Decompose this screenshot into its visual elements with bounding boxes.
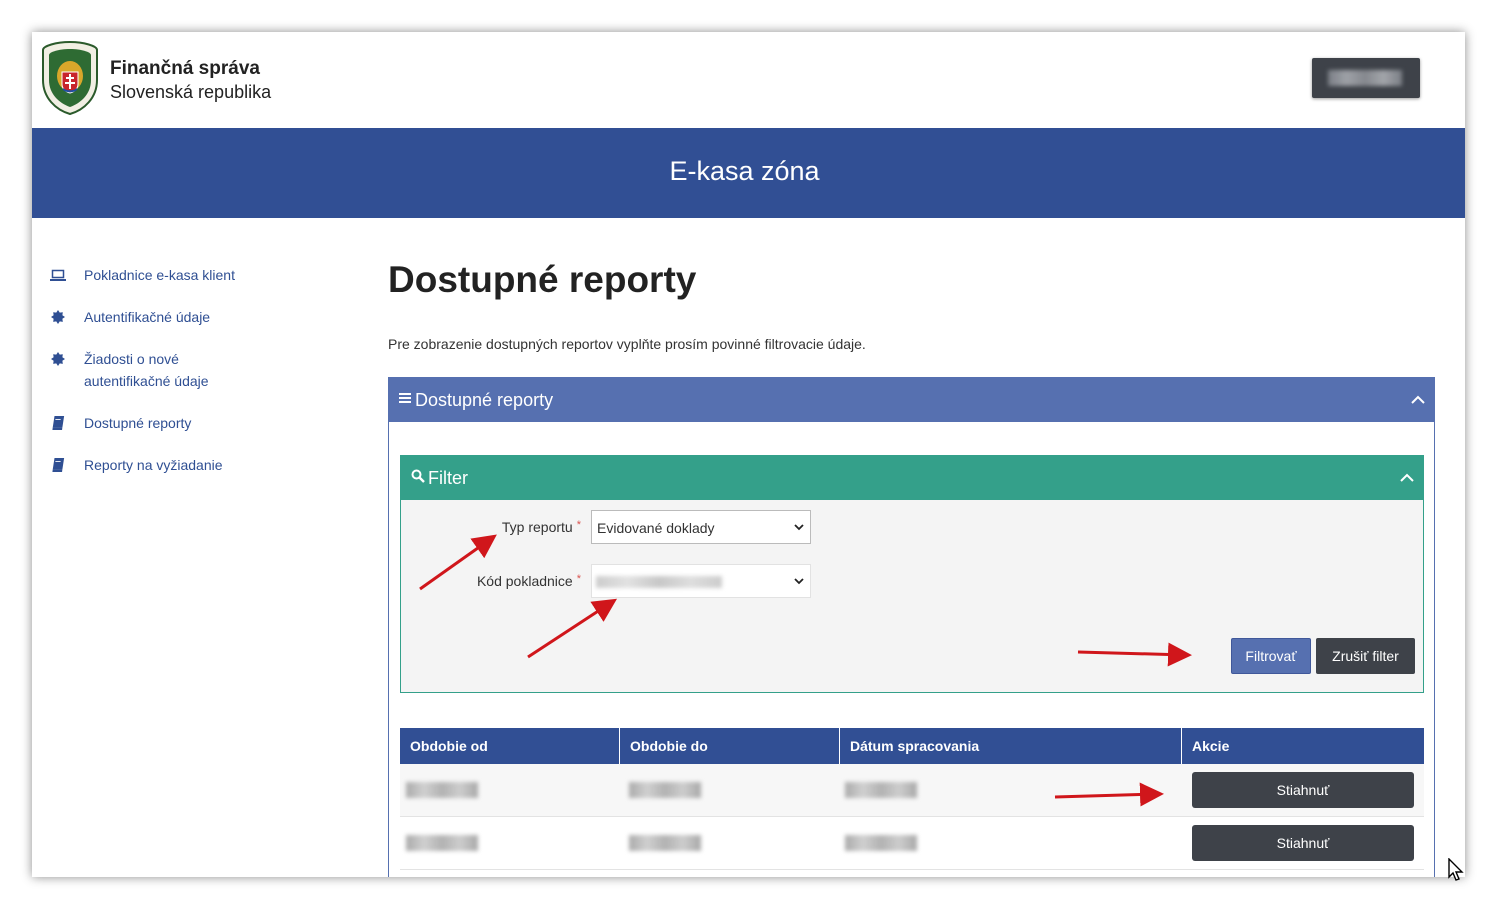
report-type-select[interactable]: Evidované doklady xyxy=(591,510,811,544)
redacted-register-code xyxy=(596,576,722,588)
register-code-label: Kód pokladnice * xyxy=(476,573,581,589)
sidebar-item-pokladnice[interactable]: Pokladnice e-kasa klient xyxy=(50,264,370,286)
filter-panel: Filter Typ reportu * Evidované doklady Kó… xyxy=(400,455,1424,693)
page-title: Dostupné reporty xyxy=(388,259,697,300)
period-to-cell xyxy=(620,817,840,870)
processed-date-cell xyxy=(840,817,1182,870)
column-header[interactable]: Dátum spracovania xyxy=(840,728,1182,764)
badge-icon xyxy=(51,352,65,366)
filter-button[interactable]: Filtrovať xyxy=(1231,638,1311,674)
filter-panel-title: Filter xyxy=(428,468,468,488)
banner: E-kasa zóna xyxy=(32,128,1465,218)
table-header: Obdobie od Obdobie do Dátum spracovania … xyxy=(400,728,1424,764)
laptop-icon xyxy=(50,269,66,281)
reports-panel: Dostupné reporty Filter Typ reportu * Ev… xyxy=(388,377,1435,877)
download-button[interactable]: Stiahnuť xyxy=(1192,772,1414,808)
table-row: Stiahnuť xyxy=(400,764,1424,817)
top-bar: Finančná správa Slovenská republika xyxy=(32,32,1465,128)
redacted-value xyxy=(845,782,917,798)
user-account-button[interactable] xyxy=(1312,58,1420,98)
sidebar-item-dostupne-reporty[interactable]: Dostupné reporty xyxy=(50,412,370,434)
book-icon xyxy=(52,416,65,430)
sidebar-item-label: Dostupné reporty xyxy=(84,415,192,431)
banner-title: E-kasa zóna xyxy=(669,156,820,186)
redacted-value xyxy=(629,782,701,798)
sidebar-nav: Pokladnice e-kasa klient Autentifikačné … xyxy=(50,264,370,496)
period-to-cell xyxy=(620,764,840,817)
sidebar-item-label: Žiadosti o nové autentifikačné údaje xyxy=(84,351,209,389)
sidebar-item-autentifikacne-udaje[interactable]: Autentifikačné údaje xyxy=(50,306,370,328)
sidebar-item-label: Autentifikačné údaje xyxy=(84,309,211,325)
reports-panel-title: Dostupné reporty xyxy=(415,390,554,410)
chevron-down-icon xyxy=(794,524,804,531)
register-code-select[interactable] xyxy=(591,564,811,598)
app-window: Finančná správa Slovenská republika E-ka… xyxy=(32,32,1465,877)
processed-date-cell xyxy=(840,764,1182,817)
chevron-up-icon[interactable] xyxy=(1399,472,1415,482)
period-from-cell xyxy=(400,764,620,817)
period-from-cell xyxy=(400,817,620,870)
chevron-up-icon[interactable] xyxy=(1410,394,1426,404)
reports-panel-header[interactable]: Dostupné reporty xyxy=(389,378,1434,422)
search-icon xyxy=(411,469,425,483)
report-type-value: Evidované doklady xyxy=(597,520,715,536)
column-header[interactable]: Obdobie do xyxy=(620,728,840,764)
sidebar-item-ziadosti[interactable]: Žiadosti o nové autentifikačné údaje xyxy=(50,348,250,392)
download-button[interactable]: Stiahnuť xyxy=(1192,825,1414,861)
sidebar-item-reporty-na-vyziadanie[interactable]: Reporty na vyžiadanie xyxy=(50,454,370,476)
report-type-label: Typ reportu * xyxy=(501,519,581,535)
filter-panel-header[interactable]: Filter xyxy=(401,456,1423,500)
redacted-value xyxy=(406,835,478,851)
book-icon xyxy=(52,458,65,472)
coat-of-arms-logo[interactable] xyxy=(40,40,100,116)
org-name: Finančná správa xyxy=(110,58,260,79)
table-row: Stiahnuť xyxy=(400,817,1424,870)
redacted-value xyxy=(629,835,701,851)
redacted-value xyxy=(406,782,478,798)
badge-icon xyxy=(51,310,65,324)
reset-filter-button[interactable]: Zrušiť filter xyxy=(1316,638,1415,674)
mouse-cursor-icon xyxy=(1448,858,1464,881)
sidebar-item-label: Reporty na vyžiadanie xyxy=(84,457,223,473)
menu-icon xyxy=(399,393,411,403)
required-mark: * xyxy=(576,519,581,531)
redacted-username xyxy=(1328,70,1402,86)
sidebar-item-label: Pokladnice e-kasa klient xyxy=(84,267,235,283)
redacted-value xyxy=(845,835,917,851)
column-header[interactable]: Akcie xyxy=(1182,728,1424,764)
column-header[interactable]: Obdobie od xyxy=(400,728,620,764)
required-mark: * xyxy=(576,573,581,585)
intro-text: Pre zobrazenie dostupných reportov vyplň… xyxy=(388,336,866,352)
org-country: Slovenská republika xyxy=(110,82,272,102)
chevron-down-icon xyxy=(794,578,804,585)
